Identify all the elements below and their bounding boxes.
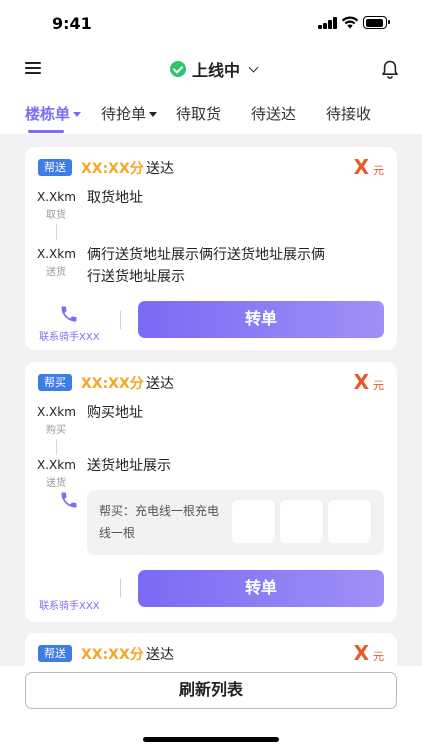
tab-label: 待接收 <box>326 105 372 123</box>
tab-label: 待取货 <box>176 105 222 123</box>
order-type-badge: 帮送 <box>38 645 72 662</box>
tab-label: 待送达 <box>251 105 297 123</box>
purchase-address: 购买地址 <box>87 405 143 421</box>
tab-label: 待抢单 <box>101 105 147 123</box>
battery-icon <box>363 16 390 29</box>
divider <box>120 579 121 597</box>
eta-time: XX:XX分 <box>81 647 144 663</box>
contact-rider-link[interactable]: 联系骑手XXX <box>39 597 100 612</box>
price-currency: 元 <box>373 164 384 177</box>
eta-time: XX:XX分 <box>81 161 144 177</box>
order-tabs: 楼栋单 待抢单 待取货 待送达 待接收 <box>0 90 422 134</box>
order-type-badge: 帮送 <box>38 159 72 176</box>
order-card[interactable]: 帮送 XX:XX分 送达 X元 <box>25 633 397 666</box>
top-nav: 上线中 <box>0 46 422 90</box>
online-status-label: 上线中 <box>192 61 241 80</box>
pickup-address: 取货地址 <box>87 190 143 206</box>
tab-grab[interactable]: 待抢单 <box>101 103 158 124</box>
order-card[interactable]: 帮送 XX:XX分 送达 X元 X.Xkm 取货 取货地址 X.Xkm 送货 俩… <box>25 147 397 350</box>
purchase-distance: X.Xkm 购买 <box>37 405 76 436</box>
transfer-order-button[interactable]: 转单 <box>138 301 384 338</box>
caret-down-icon <box>73 112 82 117</box>
delivery-distance: X.Xkm 送货 <box>37 458 76 489</box>
distance-value: X.Xkm <box>37 247 76 261</box>
price: X元 <box>354 641 384 665</box>
distance-tag: 取货 <box>46 210 66 221</box>
menu-icon[interactable] <box>25 62 41 74</box>
status-bar: 9:41 <box>0 0 422 46</box>
pickup-distance: X.Xkm 取货 <box>37 190 76 221</box>
route-connector <box>56 439 57 455</box>
tab-receive[interactable]: 待接收 <box>326 103 371 124</box>
cellular-signal-icon <box>318 17 337 29</box>
eta-action: 送达 <box>146 647 174 663</box>
item-photo-thumbnail[interactable] <box>232 500 275 543</box>
chevron-down-icon <box>248 62 259 72</box>
price-value: X <box>353 155 369 179</box>
wifi-icon <box>341 16 359 29</box>
delivery-address: 俩行送货地址展示俩行送货地址展示俩行送货地址展示 <box>87 247 325 285</box>
tab-delivery[interactable]: 待送达 <box>251 103 296 124</box>
bell-icon[interactable] <box>381 60 399 79</box>
item-photo-thumbnail[interactable] <box>280 500 323 543</box>
order-list[interactable]: 帮送 XX:XX分 送达 X元 X.Xkm 取货 取货地址 X.Xkm 送货 俩… <box>0 134 422 666</box>
eta-time: XX:XX分 <box>81 376 144 392</box>
delivery-address: 送货地址展示 <box>87 458 171 474</box>
phone-icon[interactable] <box>59 490 79 510</box>
route-connector <box>56 224 57 240</box>
home-indicator <box>143 737 279 742</box>
price-currency: 元 <box>373 379 384 392</box>
eta-action: 送达 <box>146 161 174 177</box>
status-time: 9:41 <box>52 14 92 33</box>
distance-value: X.Xkm <box>37 190 76 204</box>
active-tab-indicator <box>28 130 64 133</box>
contact-rider-link[interactable]: 联系骑手XXX <box>39 328 100 343</box>
distance-value: X.Xkm <box>37 458 76 472</box>
refresh-list-button[interactable]: 刷新列表 <box>25 672 397 709</box>
price-value: X <box>353 370 369 394</box>
distance-tag: 送货 <box>46 478 66 489</box>
phone-icon[interactable] <box>59 304 79 324</box>
caret-down-icon <box>149 112 158 117</box>
eta-action: 送达 <box>146 376 174 392</box>
tab-pickup[interactable]: 待取货 <box>176 103 221 124</box>
price: X元 <box>354 155 384 179</box>
tab-label: 楼栋单 <box>25 105 71 123</box>
item-photo-thumbnail[interactable] <box>328 500 371 543</box>
price-value: X <box>353 641 369 665</box>
transfer-order-button[interactable]: 转单 <box>138 570 384 607</box>
divider <box>120 311 121 329</box>
bottom-bar: 刷新列表 <box>0 666 422 750</box>
price: X元 <box>354 370 384 394</box>
purchase-detail-box: 帮买：充电线一根充电线一根 <box>87 490 384 555</box>
distance-tag: 送货 <box>46 267 66 278</box>
delivery-distance: X.Xkm 送货 <box>37 247 76 278</box>
distance-value: X.Xkm <box>37 405 76 419</box>
online-status-dropdown[interactable]: 上线中 <box>170 57 259 81</box>
tab-building[interactable]: 楼栋单 <box>25 103 82 124</box>
order-type-badge: 帮买 <box>38 374 72 391</box>
check-circle-icon <box>170 61 186 77</box>
purchase-note: 帮买：充电线一根充电线一根 <box>99 504 220 540</box>
price-currency: 元 <box>373 650 384 663</box>
order-card[interactable]: 帮买 XX:XX分 送达 X元 X.Xkm 购买 购买地址 X.Xkm 送货 送… <box>25 362 397 622</box>
distance-tag: 购买 <box>46 425 66 436</box>
